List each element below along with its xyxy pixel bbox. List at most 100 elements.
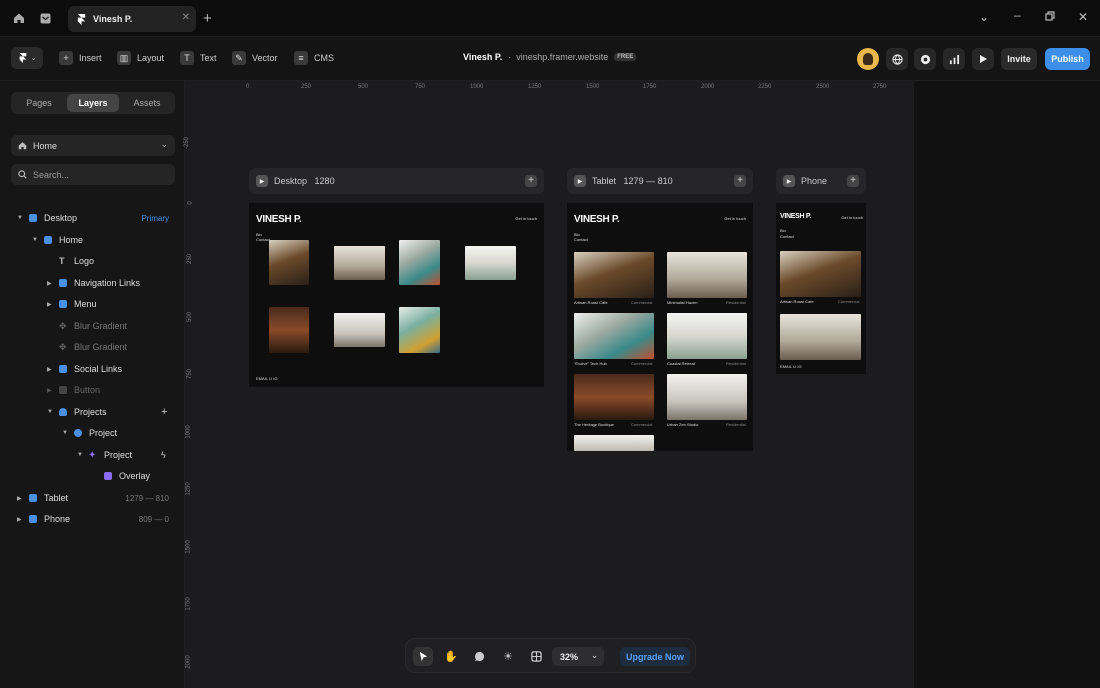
desktop-frame[interactable]: VINESH P. Get in touch Bio Contact EMAIL… — [249, 203, 544, 387]
layer-social-links[interactable]: ▶ Social Links — [0, 360, 185, 378]
phone-frame[interactable]: VINESH P. Get in touch Bio Contact Artis… — [776, 203, 866, 374]
expand-arrow-icon[interactable]: ▼ — [47, 409, 53, 415]
analytics-icon[interactable] — [943, 48, 965, 70]
project-thumbnail[interactable] — [399, 307, 440, 353]
comment-tool-icon[interactable] — [469, 647, 489, 666]
layer-projects[interactable]: ▼ Projects + — [0, 403, 185, 421]
expand-arrow-icon[interactable]: ▶ — [47, 301, 52, 308]
layer-blur-gradient-1[interactable]: ✥ Blur Gradient — [0, 317, 185, 335]
minimize-icon[interactable]: – — [1014, 8, 1021, 22]
project-thumbnail[interactable] — [574, 252, 654, 298]
project-thumbnail[interactable] — [574, 313, 654, 359]
globe-icon[interactable] — [886, 48, 908, 70]
add-breakpoint-icon[interactable]: + — [734, 175, 746, 187]
nav-bio[interactable]: Bio — [780, 228, 786, 233]
layer-tablet[interactable]: ▶ Tablet 1279 — 810 — [0, 489, 185, 507]
nav-contact[interactable]: Contact — [256, 237, 270, 242]
layer-menu[interactable]: ▶ Menu — [0, 295, 185, 313]
add-breakpoint-icon[interactable]: + — [525, 175, 537, 187]
project-thumbnail[interactable] — [667, 313, 747, 359]
chevron-down-icon[interactable]: ⌄ — [979, 10, 989, 24]
preview-play-icon[interactable] — [972, 48, 994, 70]
hand-tool-icon[interactable]: ✋ — [441, 647, 461, 666]
tablet-frame[interactable]: VINESH P. Get in touch Bio Contact Artis… — [567, 203, 753, 451]
project-thumbnail[interactable] — [334, 246, 385, 280]
play-icon[interactable]: ▶ — [783, 175, 795, 187]
insert-button[interactable]: + Insert — [59, 50, 102, 66]
expand-arrow-icon[interactable]: ▼ — [62, 430, 68, 436]
layer-project-component[interactable]: ▼ ✦ Project ϟ — [0, 446, 185, 464]
publish-button[interactable]: Publish — [1045, 48, 1090, 70]
expand-arrow-icon[interactable]: ▶ — [17, 516, 22, 523]
layer-project[interactable]: ▼ Project — [0, 424, 185, 442]
layer-blur-gradient-2[interactable]: ✥ Blur Gradient — [0, 338, 185, 356]
expand-arrow-icon[interactable]: ▶ — [47, 280, 52, 287]
get-in-touch-link[interactable]: Get in touch — [841, 215, 863, 220]
invite-button[interactable]: Invite — [1001, 48, 1037, 70]
project-thumbnail[interactable] — [667, 252, 747, 298]
expand-arrow-icon[interactable]: ▼ — [32, 237, 38, 243]
close-tab-icon[interactable]: ✕ — [182, 12, 190, 23]
layer-logo[interactable]: T Logo — [0, 252, 185, 270]
expand-arrow-icon[interactable]: ▶ — [47, 387, 52, 394]
tab-layers[interactable]: Layers — [67, 94, 119, 112]
layer-navigation-links[interactable]: ▶ Navigation Links — [0, 274, 185, 292]
layer-overlay[interactable]: Overlay — [0, 467, 185, 485]
site-title[interactable]: Vinesh P. · vineshp.framer.website FREE — [463, 52, 636, 62]
zoom-select[interactable]: 32% ⌄ — [552, 647, 604, 666]
new-tab-button[interactable]: + — [203, 10, 212, 27]
tab-assets[interactable]: Assets — [121, 94, 173, 112]
desktop-frame-header[interactable]: ▶ Desktop 1280 + — [249, 168, 544, 194]
upgrade-now-button[interactable]: Upgrade Now — [620, 647, 690, 666]
play-icon[interactable]: ▶ — [256, 175, 268, 187]
layout-button[interactable]: ▥ Layout — [117, 50, 164, 66]
expand-arrow-icon[interactable]: ▼ — [77, 452, 83, 458]
home-icon[interactable] — [10, 9, 28, 27]
phone-frame-header[interactable]: ▶ Phone + — [776, 168, 866, 194]
select-tool-icon[interactable] — [413, 647, 433, 666]
layer-button[interactable]: ▶ Button — [0, 381, 185, 399]
social-links[interactable]: EMAIL LI IG — [256, 376, 278, 381]
avatar[interactable] — [857, 48, 879, 70]
theme-toggle-icon[interactable]: ☀ — [498, 647, 518, 666]
expand-arrow-icon[interactable]: ▶ — [17, 495, 22, 502]
project-thumbnail[interactable] — [667, 374, 747, 420]
settings-icon[interactable] — [914, 48, 936, 70]
page-select[interactable]: Home ⌄ — [11, 135, 175, 156]
project-thumbnail[interactable] — [780, 314, 861, 360]
lightning-icon[interactable]: ϟ — [161, 450, 166, 460]
layer-search-input[interactable]: Search... — [11, 164, 175, 185]
expand-arrow-icon[interactable]: ▶ — [47, 366, 52, 373]
nav-contact[interactable]: Contact — [780, 234, 794, 239]
expand-arrow-icon[interactable]: ▼ — [17, 215, 23, 221]
add-breakpoint-icon[interactable]: + — [847, 175, 859, 187]
vector-button[interactable]: ✎ Vector — [232, 50, 278, 66]
project-thumbnail[interactable] — [334, 313, 385, 347]
close-window-icon[interactable]: ✕ — [1078, 10, 1088, 24]
layer-home[interactable]: ▼ Home — [0, 231, 185, 249]
framer-menu-button[interactable]: ⌄ — [11, 47, 43, 69]
project-thumbnail[interactable] — [269, 240, 309, 285]
project-thumbnail[interactable] — [465, 246, 516, 280]
text-button[interactable]: T Text — [180, 50, 217, 66]
inbox-icon[interactable] — [36, 9, 54, 27]
tab-pages[interactable]: Pages — [13, 94, 65, 112]
project-thumbnail[interactable] — [574, 374, 654, 420]
add-icon[interactable]: + — [161, 406, 167, 418]
project-thumbnail[interactable] — [574, 435, 654, 451]
cms-button[interactable]: ≡ CMS — [294, 50, 334, 66]
tab-vinesh-p[interactable]: Vinesh P. ✕ — [68, 6, 196, 32]
project-thumbnail[interactable] — [780, 251, 861, 297]
nav-contact[interactable]: Contact — [574, 237, 588, 242]
get-in-touch-link[interactable]: Get in touch — [724, 216, 746, 221]
restore-icon[interactable] — [1045, 10, 1055, 24]
social-links[interactable]: EMAIL LI IG — [780, 364, 802, 369]
project-thumbnail[interactable] — [399, 240, 440, 285]
get-in-touch-link[interactable]: Get in touch — [515, 216, 537, 221]
tablet-frame-header[interactable]: ▶ Tablet 1279 — 810 + — [567, 168, 753, 194]
layer-desktop[interactable]: ▼ Desktop Primary — [0, 209, 185, 227]
project-thumbnail[interactable] — [269, 307, 309, 353]
layer-phone[interactable]: ▶ Phone 809 — 0 — [0, 510, 185, 528]
grid-tool-icon[interactable] — [526, 647, 546, 666]
play-icon[interactable]: ▶ — [574, 175, 586, 187]
